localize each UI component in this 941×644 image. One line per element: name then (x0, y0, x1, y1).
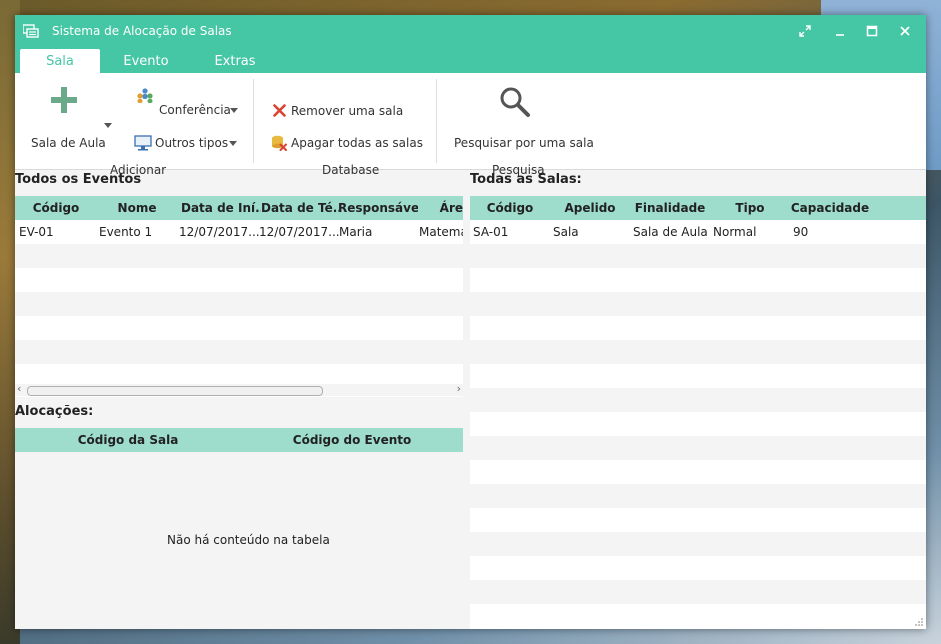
column-header[interactable]: Finalidade (630, 196, 710, 220)
eventos-section-title: Todos os Eventos (15, 172, 142, 187)
table-cell: 12/07/2017... (259, 225, 340, 239)
tab-sala[interactable]: Sala (20, 49, 100, 73)
table-cell: Evento 1 (99, 225, 153, 239)
table-row-empty (470, 364, 926, 388)
table-row-empty (15, 292, 463, 316)
column-header[interactable]: Código (470, 196, 550, 220)
column-header[interactable]: Apelido (550, 196, 630, 220)
table-row-empty (470, 508, 926, 532)
column-header[interactable]: Data de Iní... (177, 196, 261, 220)
add-sala-aula-button[interactable]: Sala de Aula (31, 136, 106, 150)
pesquisar-sala-button[interactable]: Pesquisar por uma sala (454, 136, 594, 150)
group-label-database: Database (322, 163, 380, 177)
table-cell: Matemá (419, 225, 463, 239)
scrollbar-thumb[interactable] (27, 386, 323, 396)
column-header[interactable]: Capacidade (790, 196, 870, 220)
table-row-empty (470, 412, 926, 436)
column-header[interactable]: Código (15, 196, 97, 220)
alocacoes-table-header: Código da Sala Código do Evento (15, 428, 463, 452)
column-header[interactable]: Nome (97, 196, 177, 220)
alocacoes-section-title: Alocações: (15, 404, 94, 419)
table-row-empty (470, 460, 926, 484)
add-conferencia-button[interactable]: Conferência (159, 103, 231, 117)
table-row-empty (470, 556, 926, 580)
table-row-empty (15, 244, 463, 268)
table-row-empty (470, 532, 926, 556)
ribbon-separator (253, 79, 254, 163)
scroll-right-icon[interactable]: › (457, 382, 461, 395)
ribbon: Sala de Aula Conferência Outros tipos Ad… (15, 73, 926, 177)
remover-sala-button[interactable]: Remover uma sala (291, 104, 403, 118)
ghost-search-box (846, 171, 926, 195)
column-header[interactable]: Data de Té... (260, 196, 339, 220)
table-cell: Sala (553, 225, 579, 239)
table-row[interactable]: SA-01 Sala Sala de Aula Normal 90 (470, 220, 926, 244)
resize-grip-icon[interactable] (914, 617, 924, 627)
close-icon[interactable] (898, 25, 912, 39)
table-row-empty (470, 340, 926, 364)
table-row[interactable]: EV-01 Evento 1 12/07/2017... 12/07/2017.… (15, 220, 463, 244)
table-row-empty (15, 340, 463, 364)
remove-icon (273, 104, 286, 117)
horizontal-scrollbar[interactable]: ‹ › (15, 382, 463, 396)
tab-extras[interactable]: Extras (201, 49, 269, 73)
table-cell: 90 (793, 225, 809, 239)
window-title: Sistema de Alocação de Salas (52, 24, 232, 38)
table-cell: Normal (713, 225, 757, 239)
table-cell: SA-01 (473, 225, 509, 239)
table-row-empty (470, 268, 926, 292)
salas-section-title: Todas as Salas: (470, 172, 582, 187)
column-header[interactable]: Código da Sala (15, 428, 241, 452)
eventos-table-header: Código Nome Data de Iní... Data de Té...… (15, 196, 463, 220)
delete-database-icon (272, 135, 287, 151)
scroll-left-icon[interactable]: ‹ (17, 382, 21, 395)
tab-evento[interactable]: Evento (111, 49, 181, 73)
salas-table[interactable]: Código Apelido Finalidade Tipo Capacidad… (470, 196, 926, 629)
table-row-empty (470, 292, 926, 316)
title-bar[interactable]: Sistema de Alocação de Salas (15, 15, 926, 49)
column-header[interactable]: Responsável (338, 196, 418, 220)
column-header[interactable]: Áre (418, 196, 463, 220)
chevron-down-icon[interactable] (230, 108, 238, 113)
chevron-down-icon[interactable] (229, 141, 237, 146)
table-row-empty (470, 580, 926, 604)
table-cell: Sala de Aula (633, 225, 708, 239)
column-header[interactable]: Código do Evento (241, 428, 463, 452)
people-icon (137, 88, 153, 103)
table-row-empty (470, 244, 926, 268)
table-cell: EV-01 (19, 225, 54, 239)
minimize-icon[interactable] (833, 25, 847, 39)
monitor-icon (134, 135, 152, 151)
table-row-empty (15, 268, 463, 292)
empty-table-message: Não há conteúdo na tabela (167, 533, 330, 547)
tab-bar: Sala Evento Extras (15, 49, 926, 73)
table-row-empty (470, 604, 926, 628)
table-row-empty (470, 316, 926, 340)
app-window: Sistema de Alocação de Salas Sala Evento… (15, 15, 926, 629)
salas-table-header: Código Apelido Finalidade Tipo Capacidad… (470, 196, 926, 220)
table-cell: 12/07/2017... (179, 225, 260, 239)
table-row-empty (470, 436, 926, 460)
search-icon[interactable] (499, 86, 531, 118)
maximize-icon[interactable] (865, 25, 879, 39)
alocacoes-table[interactable]: Código da Sala Código do Evento Não há c… (15, 428, 463, 629)
ribbon-separator (436, 79, 437, 163)
chevron-down-icon[interactable] (104, 123, 112, 128)
table-row-empty (470, 484, 926, 508)
add-outros-tipos-button[interactable]: Outros tipos (155, 136, 228, 150)
app-icon (23, 24, 39, 38)
eventos-table[interactable]: Código Nome Data de Iní... Data de Té...… (15, 196, 463, 397)
table-row-empty (470, 388, 926, 412)
table-row-empty (15, 316, 463, 340)
add-icon[interactable] (51, 87, 77, 113)
restore-icon[interactable] (798, 25, 812, 39)
column-header[interactable]: Tipo (710, 196, 790, 220)
table-cell: Maria (339, 225, 373, 239)
apagar-todas-salas-button[interactable]: Apagar todas as salas (291, 136, 423, 150)
